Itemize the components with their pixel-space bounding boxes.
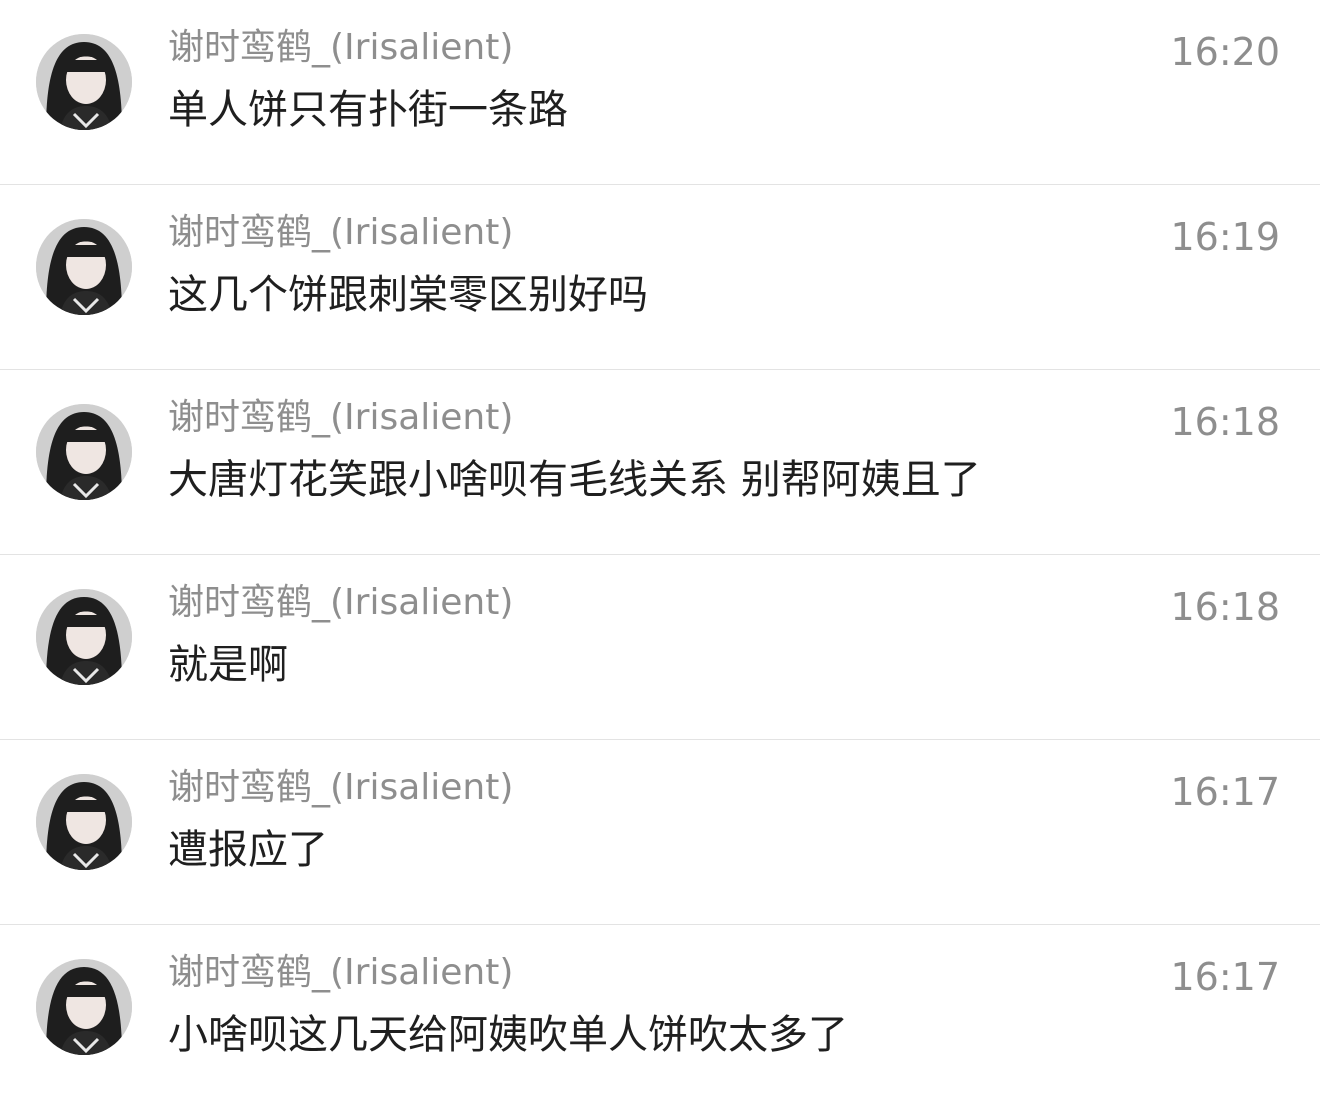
sender-name: 谢时鸾鹤_(Irisalient): [168, 952, 514, 993]
avatar-photo-icon: [36, 404, 132, 500]
message-row[interactable]: 谢时鸾鹤_(Irisalient) 小啥呗这几天给阿姨吹单人饼吹太多了 16:1…: [0, 925, 1320, 1110]
message-row[interactable]: 谢时鸾鹤_(Irisalient) 这几个饼跟刺棠零区别好吗 16:19: [0, 185, 1320, 370]
avatar[interactable]: [36, 774, 132, 870]
message-row[interactable]: 谢时鸾鹤_(Irisalient) 单人饼只有扑街一条路 16:20: [0, 0, 1320, 185]
message-time: 16:20: [1170, 30, 1280, 74]
message-row[interactable]: 谢时鸾鹤_(Irisalient) 大唐灯花笑跟小啥呗有毛线关系 别帮阿姨且了 …: [0, 370, 1320, 555]
avatar[interactable]: [36, 219, 132, 315]
message-row[interactable]: 谢时鸾鹤_(Irisalient) 就是啊 16:18: [0, 555, 1320, 740]
message-row[interactable]: 谢时鸾鹤_(Irisalient) 遭报应了 16:17: [0, 740, 1320, 925]
message-text: 小啥呗这几天给阿姨吹单人饼吹太多了: [168, 1012, 848, 1058]
message-time: 16:18: [1170, 585, 1280, 629]
message-text: 单人饼只有扑街一条路: [168, 87, 568, 133]
avatar-photo-icon: [36, 34, 132, 130]
message-time: 16:18: [1170, 400, 1280, 444]
sender-name: 谢时鸾鹤_(Irisalient): [168, 397, 514, 438]
message-time: 16:17: [1170, 770, 1280, 814]
message-time: 16:19: [1170, 215, 1280, 259]
avatar[interactable]: [36, 34, 132, 130]
message-text: 遭报应了: [168, 827, 328, 873]
avatar-photo-icon: [36, 589, 132, 685]
avatar-photo-icon: [36, 959, 132, 1055]
message-text: 就是啊: [168, 642, 288, 688]
sender-name: 谢时鸾鹤_(Irisalient): [168, 582, 514, 623]
avatar-photo-icon: [36, 219, 132, 315]
message-text: 大唐灯花笑跟小啥呗有毛线关系 别帮阿姨且了: [168, 457, 981, 503]
sender-name: 谢时鸾鹤_(Irisalient): [168, 767, 514, 808]
avatar-photo-icon: [36, 774, 132, 870]
avatar[interactable]: [36, 959, 132, 1055]
avatar[interactable]: [36, 589, 132, 685]
message-time: 16:17: [1170, 955, 1280, 999]
sender-name: 谢时鸾鹤_(Irisalient): [168, 212, 514, 253]
message-list: 谢时鸾鹤_(Irisalient) 单人饼只有扑街一条路 16:20 谢时鸾鹤_…: [0, 0, 1320, 1110]
avatar[interactable]: [36, 404, 132, 500]
sender-name: 谢时鸾鹤_(Irisalient): [168, 27, 514, 68]
message-text: 这几个饼跟刺棠零区别好吗: [168, 272, 648, 318]
